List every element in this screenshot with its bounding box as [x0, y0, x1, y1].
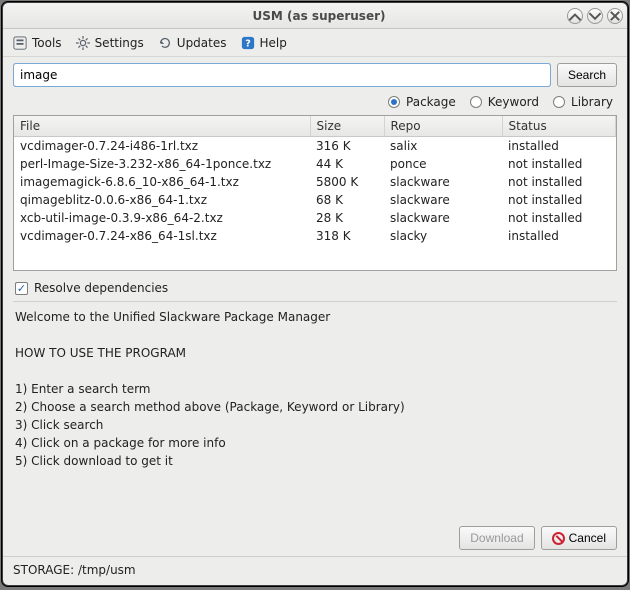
window-title: USM (as superuser) [71, 9, 567, 23]
cell-status: not installed [502, 155, 616, 173]
search-button[interactable]: Search [557, 63, 617, 87]
resolve-dependencies-label: Resolve dependencies [34, 281, 168, 295]
radio-package[interactable]: Package [388, 95, 456, 109]
table-row[interactable]: perl-Image-Size-3.232-x86_64-1ponce.txz4… [14, 155, 616, 173]
menubar: Tools Settings Updates ? Help [3, 29, 627, 57]
cell-repo: ponce [384, 155, 502, 173]
menu-updates-label: Updates [177, 36, 227, 50]
cell-size: 44 K [310, 155, 384, 173]
cell-status: installed [502, 227, 616, 245]
cell-file: qimageblitz-0.0.6-x86_64-1.txz [14, 191, 310, 209]
radio-dot-icon [388, 96, 400, 108]
menu-help-label: Help [260, 36, 287, 50]
table-row[interactable]: imagemagick-6.8.6_10-x86_64-1.txz5800 Ks… [14, 173, 616, 191]
radio-library[interactable]: Library [553, 95, 613, 109]
col-header-repo[interactable]: Repo [384, 116, 502, 137]
cell-repo: slackware [384, 191, 502, 209]
info-text: Welcome to the Unified Slackware Package… [13, 301, 617, 526]
menu-help[interactable]: ? Help [241, 36, 287, 50]
search-mode-group: Package Keyword Library [3, 93, 627, 115]
cell-repo: slackware [384, 173, 502, 191]
cell-file: vcdimager-0.7.24-x86_64-1sl.txz [14, 227, 310, 245]
app-window: USM (as superuser) Tools Settings Update… [2, 2, 628, 586]
cell-size: 318 K [310, 227, 384, 245]
cell-repo: slackware [384, 209, 502, 227]
menu-tools-label: Tools [32, 36, 62, 50]
cell-status: not installed [502, 191, 616, 209]
cell-repo: salix [384, 137, 502, 156]
menu-updates[interactable]: Updates [158, 36, 227, 50]
minimize-button[interactable] [567, 8, 583, 24]
cell-size: 316 K [310, 137, 384, 156]
cell-size: 28 K [310, 209, 384, 227]
close-button[interactable] [607, 8, 623, 24]
col-header-status[interactable]: Status [502, 116, 616, 137]
download-button[interactable]: Download [459, 526, 534, 550]
search-input[interactable] [13, 63, 551, 87]
col-header-size[interactable]: Size [310, 116, 384, 137]
resolve-dependencies-checkbox[interactable] [15, 282, 28, 295]
tools-icon [13, 36, 27, 50]
cell-status: not installed [502, 209, 616, 227]
menu-tools[interactable]: Tools [13, 36, 62, 50]
table-row[interactable]: qimageblitz-0.0.6-x86_64-1.txz68 Kslackw… [14, 191, 616, 209]
col-header-file[interactable]: File [14, 116, 310, 137]
radio-dot-icon [470, 96, 482, 108]
cell-file: imagemagick-6.8.6_10-x86_64-1.txz [14, 173, 310, 191]
cell-repo: slacky [384, 227, 502, 245]
cell-status: not installed [502, 173, 616, 191]
cell-status: installed [502, 137, 616, 156]
status-bar: STORAGE: /tmp/usm [3, 556, 627, 585]
gear-icon [76, 36, 90, 50]
cell-size: 5800 K [310, 173, 384, 191]
help-icon: ? [241, 36, 255, 50]
menu-settings[interactable]: Settings [76, 36, 144, 50]
results-table: File Size Repo Status vcdimager-0.7.24-i… [13, 115, 617, 271]
refresh-icon [158, 36, 172, 50]
titlebar[interactable]: USM (as superuser) [3, 3, 627, 29]
cancel-button[interactable]: Cancel [541, 526, 617, 550]
svg-text:?: ? [245, 38, 251, 49]
menu-settings-label: Settings [95, 36, 144, 50]
cancel-icon [552, 532, 565, 545]
radio-keyword[interactable]: Keyword [470, 95, 539, 109]
cell-size: 68 K [310, 191, 384, 209]
cell-file: perl-Image-Size-3.232-x86_64-1ponce.txz [14, 155, 310, 173]
table-row[interactable]: xcb-util-image-0.3.9-x86_64-2.txz28 Ksla… [14, 209, 616, 227]
table-row[interactable]: vcdimager-0.7.24-i486-1rl.txz316 Ksalixi… [14, 137, 616, 156]
table-row[interactable]: vcdimager-0.7.24-x86_64-1sl.txz318 Kslac… [14, 227, 616, 245]
radio-dot-icon [553, 96, 565, 108]
cell-file: vcdimager-0.7.24-i486-1rl.txz [14, 137, 310, 156]
cell-file: xcb-util-image-0.3.9-x86_64-2.txz [14, 209, 310, 227]
maximize-button[interactable] [587, 8, 603, 24]
